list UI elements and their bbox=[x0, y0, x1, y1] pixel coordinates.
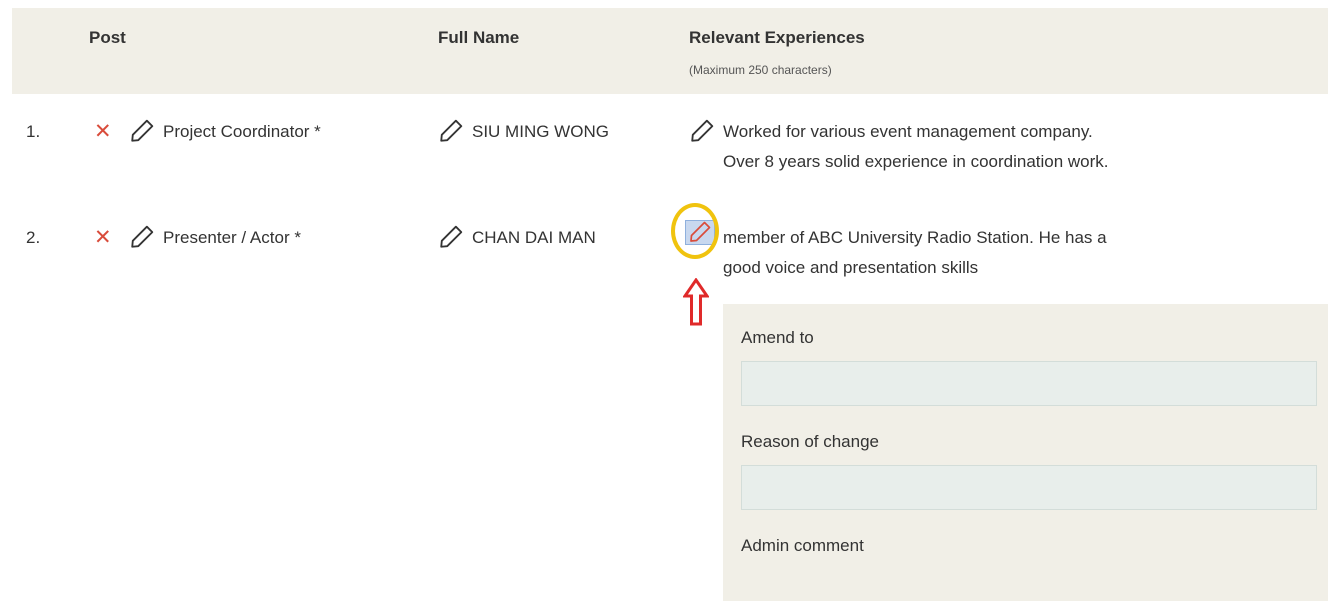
header-post: Post bbox=[89, 28, 126, 47]
pencil-icon[interactable] bbox=[438, 224, 464, 250]
header-character-limit-note: (Maximum 250 characters) bbox=[689, 63, 832, 77]
header-full-name: Full Name bbox=[438, 28, 520, 47]
highlight-circle bbox=[671, 203, 719, 259]
row-number: 1. bbox=[26, 122, 41, 141]
reason-of-change-input[interactable] bbox=[741, 465, 1317, 510]
submission-page: Post Full Name Relevant Experiences (Max… bbox=[0, 0, 1328, 601]
amend-to-label: Amend to bbox=[741, 328, 814, 347]
pencil-icon[interactable] bbox=[129, 224, 155, 250]
pencil-icon[interactable] bbox=[438, 118, 464, 144]
reason-of-change-label: Reason of change bbox=[741, 432, 879, 451]
pencil-icon[interactable] bbox=[689, 118, 715, 144]
table-header bbox=[12, 8, 1328, 94]
row-experience-line-1: Worked for various event management comp… bbox=[723, 122, 1093, 141]
amend-panel: Amend to Reason of change Admin comment bbox=[723, 304, 1328, 601]
header-relevant-experiences: Relevant Experiences bbox=[689, 28, 865, 47]
pencil-icon[interactable] bbox=[129, 118, 155, 144]
row-full-name: SIU MING WONG bbox=[472, 122, 609, 141]
row-full-name: CHAN DAI MAN bbox=[472, 228, 596, 247]
up-arrow-icon bbox=[683, 278, 709, 326]
row-experience-line-2: good voice and presentation skills bbox=[723, 258, 979, 277]
admin-comment-label: Admin comment bbox=[741, 536, 864, 555]
delete-icon[interactable]: ✕ bbox=[94, 227, 112, 248]
amend-to-input[interactable] bbox=[741, 361, 1317, 406]
row-experience-line-2: Over 8 years solid experience in coordin… bbox=[723, 152, 1109, 171]
row-experience-line-1: member of ABC University Radio Station. … bbox=[723, 228, 1107, 247]
row-number: 2. bbox=[26, 228, 41, 247]
delete-icon[interactable]: ✕ bbox=[94, 121, 112, 142]
row-post: Project Coordinator * bbox=[163, 122, 321, 141]
row-post: Presenter / Actor * bbox=[163, 228, 301, 247]
